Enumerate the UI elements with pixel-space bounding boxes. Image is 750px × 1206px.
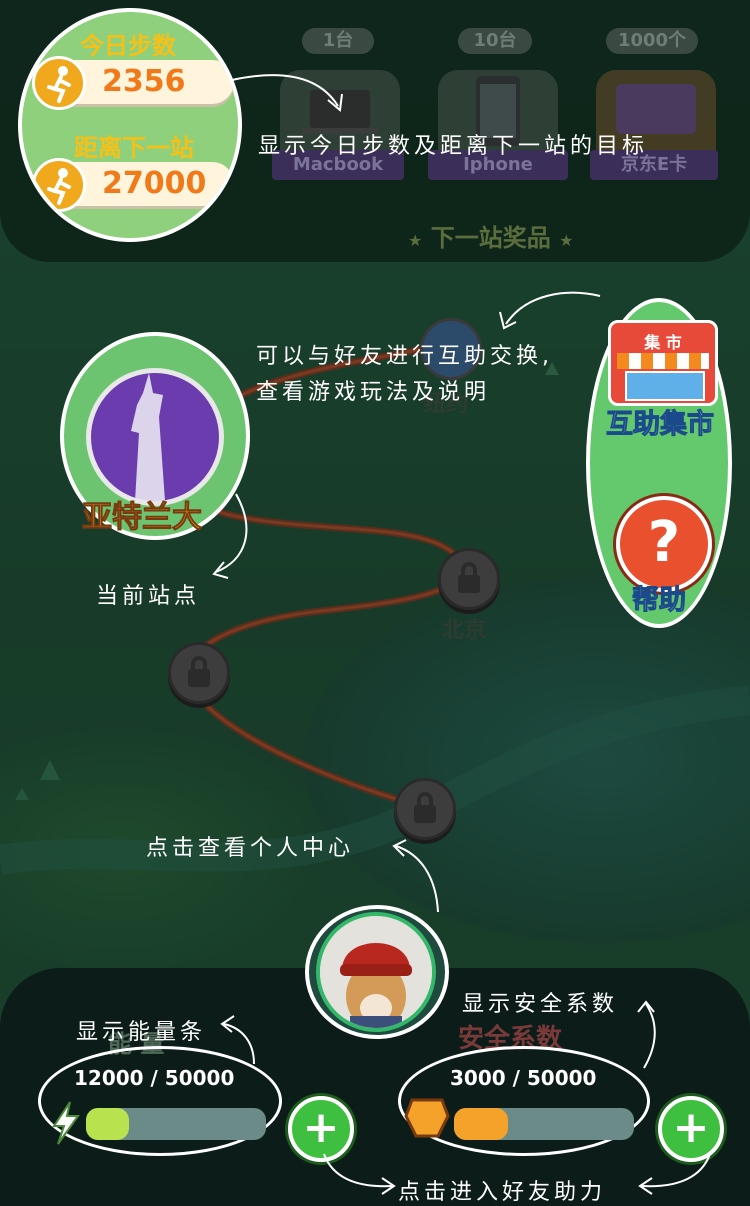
safety-annotation: 显示安全系数 — [462, 992, 619, 1017]
station-beijing-lock[interactable] — [438, 548, 500, 610]
prize-section-title: ★ 下一站奖品 ★ — [408, 224, 574, 252]
arrow-icon — [392, 839, 439, 913]
arrow-icon — [220, 1015, 255, 1065]
next-station-label: 距离下一站 — [74, 134, 194, 162]
arrow-icon — [323, 1153, 396, 1195]
arrow-icon — [499, 291, 601, 330]
statue-of-liberty-icon — [86, 368, 224, 506]
market-label[interactable]: 互助集市 — [606, 402, 715, 441]
lock-icon — [414, 792, 436, 823]
station-beijing-label: 北京 — [442, 618, 487, 643]
market-icon[interactable]: 集 市 — [608, 320, 718, 406]
energy-value: 12000 / 50000 — [74, 1066, 235, 1090]
market-annotation-line2: 查看游戏玩法及说明 — [256, 380, 491, 405]
dog-avatar-icon — [320, 916, 432, 1028]
runner-icon — [32, 158, 86, 212]
arrow-icon — [231, 74, 343, 112]
market-sign: 集 市 — [644, 333, 682, 352]
station-lock[interactable] — [168, 642, 230, 704]
current-station-annotation: 当前站点 — [96, 584, 201, 609]
market-awning — [617, 353, 709, 369]
profile-annotation: 点击查看个人中心 — [146, 836, 355, 861]
steps-highlight: 今日步数 2356 距离下一站 27000 — [18, 8, 242, 242]
lock-icon — [188, 656, 210, 687]
arrow-icon — [212, 493, 248, 579]
shield-icon — [404, 1094, 450, 1140]
arrow-icon — [637, 1000, 656, 1069]
energy-bar — [86, 1108, 266, 1140]
arrow-icon — [638, 1153, 711, 1195]
steps-annotation: 显示今日步数及距离下一站的目标 — [258, 134, 649, 159]
star-icon: ★ — [559, 231, 574, 250]
prize-count-iphone: 10台 — [458, 28, 532, 54]
today-steps-label: 今日步数 — [80, 32, 176, 60]
safety-bar — [454, 1108, 634, 1140]
current-station-name: 亚特兰大 — [82, 500, 203, 536]
runner-icon — [32, 56, 86, 110]
market-window — [625, 371, 705, 401]
lock-icon — [458, 562, 480, 593]
avatar[interactable] — [316, 912, 436, 1032]
star-icon: ★ — [408, 231, 423, 250]
safety-bar-fill — [454, 1108, 508, 1140]
market-annotation-line1: 可以与好友进行互助交换, — [256, 344, 553, 369]
prize-count-jdcard: 1000个 — [606, 28, 698, 54]
help-label[interactable]: 帮助 — [632, 578, 687, 617]
friend-help-annotation: 点击进入好友助力 — [398, 1180, 607, 1205]
lightning-icon — [46, 1100, 84, 1146]
safety-value: 3000 / 50000 — [450, 1066, 597, 1090]
energy-annotation: 显示能量条 — [76, 1020, 207, 1045]
station-lock[interactable] — [394, 778, 456, 840]
energy-bar-fill — [86, 1108, 130, 1140]
prize-count-macbook: 1台 — [302, 28, 374, 54]
